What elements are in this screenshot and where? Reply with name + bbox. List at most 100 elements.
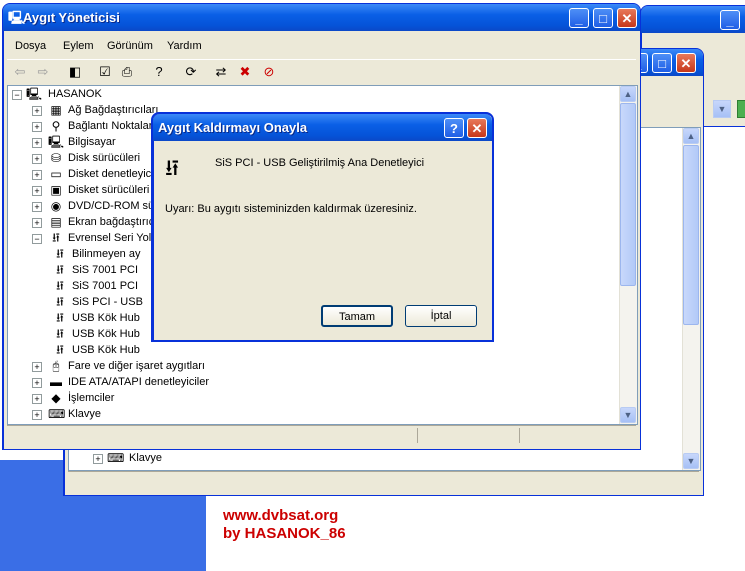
tree-item-label: USB Kök Hub: [72, 344, 140, 356]
tree-item-label: SiS PCI - USB: [72, 296, 143, 308]
network-adapter-icon: ▦: [50, 103, 62, 117]
scroll-thumb[interactable]: [620, 103, 636, 286]
tree-item-label: Fare ve diğer işaret aygıtları: [68, 360, 205, 372]
processor-icon: ◆: [51, 391, 61, 405]
device-name: SiS PCI - USB Geliştirilmiş Ana Denetley…: [215, 157, 425, 169]
update-driver-icon[interactable]: ⇄: [213, 64, 229, 80]
close-icon[interactable]: ✕: [617, 8, 637, 28]
disable-icon[interactable]: ⊘: [261, 64, 277, 80]
usb-icon: ⭿: [56, 295, 64, 309]
mouse-icon: 🖰: [52, 359, 60, 373]
tree-item-label: Evrensel Seri Yol D: [68, 232, 163, 244]
tree-item-label: USB Kök Hub: [72, 328, 140, 340]
uninstall-icon[interactable]: ✖: [237, 64, 253, 80]
scroll-down-icon[interactable]: ▼: [620, 407, 636, 423]
expand-icon[interactable]: +: [32, 410, 42, 420]
ports-icon: ⚲: [51, 119, 61, 133]
titlebar: 🖳 Aygıt Yöneticisi _ □ ✕: [3, 4, 640, 31]
maximize-icon[interactable]: □: [593, 8, 613, 28]
floppy-drive-icon: ▣: [50, 183, 62, 197]
expand-icon[interactable]: +: [32, 186, 42, 196]
status-pane: [519, 428, 630, 443]
computer-icon: 🖳: [48, 135, 65, 149]
back-arrow-icon[interactable]: ⇦: [12, 64, 28, 80]
collapse-icon[interactable]: −: [12, 90, 22, 100]
tree-item-label: IDE ATA/ATAPI denetleyiciler: [68, 376, 210, 388]
dropdown-arrow-icon[interactable]: ▼: [713, 100, 731, 118]
print-icon[interactable]: ⎙: [119, 64, 135, 80]
menu-gorunum[interactable]: Görünüm: [107, 40, 153, 52]
expand-icon[interactable]: +: [32, 202, 42, 212]
menu-eylem[interactable]: Eylem: [63, 40, 94, 52]
vertical-scrollbar[interactable]: ▲ ▼: [682, 128, 700, 470]
disk-drive-icon: ⛁: [50, 151, 62, 165]
tree-item-label: Disket denetleyici: [68, 168, 154, 180]
tree-item-label: Bilinmeyen ay: [72, 248, 141, 260]
menu-dosya[interactable]: Dosya: [15, 40, 46, 52]
minimize-icon[interactable]: _: [720, 10, 740, 30]
expand-icon[interactable]: +: [32, 362, 42, 372]
show-hide-tree-icon[interactable]: ◧: [67, 64, 83, 80]
scroll-up-icon[interactable]: ▲: [620, 86, 636, 102]
expand-icon[interactable]: +: [32, 106, 42, 116]
maximize-icon[interactable]: □: [652, 53, 672, 73]
cdrom-icon: ◉: [50, 199, 62, 213]
tree-item-label: USB Kök Hub: [72, 312, 140, 324]
expand-icon[interactable]: +: [32, 122, 42, 132]
minimize-icon[interactable]: _: [569, 8, 589, 28]
usb-icon: ⭿: [56, 279, 64, 293]
status-pane: [417, 428, 518, 443]
menu-yardim[interactable]: Yardım: [167, 40, 202, 52]
close-icon[interactable]: ✕: [467, 118, 487, 138]
usb-icon: ⭿: [165, 156, 180, 181]
tree-item-label: Ekran bağdaştırıcı: [68, 216, 158, 228]
confirm-uninstall-dialog: Aygıt Kaldırmayı Onayla ? ✕ ⭿ SiS PCI - …: [151, 112, 494, 342]
scan-hardware-icon[interactable]: ⟳: [183, 64, 199, 80]
scroll-down-icon[interactable]: ▼: [683, 453, 699, 469]
forward-arrow-icon[interactable]: ⇨: [35, 64, 51, 80]
go-icon[interactable]: [737, 100, 745, 118]
menu-bar: Dosya Eylem Görünüm Yardım: [7, 33, 636, 59]
close-icon[interactable]: ✕: [676, 53, 696, 73]
help-icon[interactable]: ?: [444, 118, 464, 138]
scroll-up-icon[interactable]: ▲: [683, 128, 699, 144]
properties-icon[interactable]: ☑: [97, 64, 113, 80]
expand-icon[interactable]: +: [32, 394, 42, 404]
toolbar: ⇦ ⇨ ◧ ☑ ⎙ ? ⟳ ⇄ ✖ ⊘: [7, 59, 636, 87]
help-icon[interactable]: ?: [151, 64, 167, 80]
keyboard-icon: ⌨: [48, 407, 66, 421]
tree-item-label: Klavye: [68, 408, 102, 420]
tree-item-label: SiS 7001 PCI: [72, 280, 139, 292]
warning-text: Uyarı: Bu aygıtı sisteminizden kaldırmak…: [165, 203, 417, 215]
expand-icon[interactable]: +: [32, 218, 42, 228]
expand-icon[interactable]: +: [32, 154, 42, 164]
keyboard-icon: ⌨: [107, 451, 125, 465]
tree-item-label: Bağlantı Noktaları: [68, 120, 156, 132]
floppy-controller-icon: ▭: [50, 167, 62, 181]
display-adapter-icon: ▤: [50, 215, 62, 229]
dialog-titlebar: Aygıt Kaldırmayı Onayla ? ✕: [153, 114, 492, 141]
usb-icon: ⭿: [56, 327, 64, 341]
status-bar: [7, 425, 636, 446]
tree-item-label: Disk sürücüleri: [68, 152, 141, 164]
expand-icon[interactable]: +: [32, 138, 42, 148]
watermark-url: www.dvbsat.org: [223, 507, 339, 524]
usb-icon: ⭿: [56, 311, 64, 325]
ide-controller-icon: ▬: [50, 375, 62, 389]
tree-item-label: Ağ Bağdaştırıcıları: [68, 104, 159, 116]
tree-item-label: SiS 7001 PCI: [72, 264, 139, 276]
collapse-icon[interactable]: −: [32, 234, 42, 244]
expand-icon[interactable]: +: [32, 170, 42, 180]
cancel-button[interactable]: İptal: [405, 305, 477, 327]
background-window-right-titlebar: _: [641, 6, 745, 33]
tree-root-label: HASANOK: [48, 88, 102, 100]
tree-item-label: Disket sürücüleri: [68, 184, 150, 196]
vertical-scrollbar[interactable]: ▲ ▼: [619, 86, 637, 424]
expand-icon[interactable]: +: [32, 378, 42, 388]
expand-icon[interactable]: +: [93, 454, 103, 464]
ok-button[interactable]: Tamam: [321, 305, 393, 327]
tree-item-label: Klavye: [129, 452, 163, 464]
usb-icon: ⭿: [52, 231, 60, 245]
usb-icon: ⭿: [56, 247, 64, 261]
scroll-thumb[interactable]: [683, 145, 699, 325]
